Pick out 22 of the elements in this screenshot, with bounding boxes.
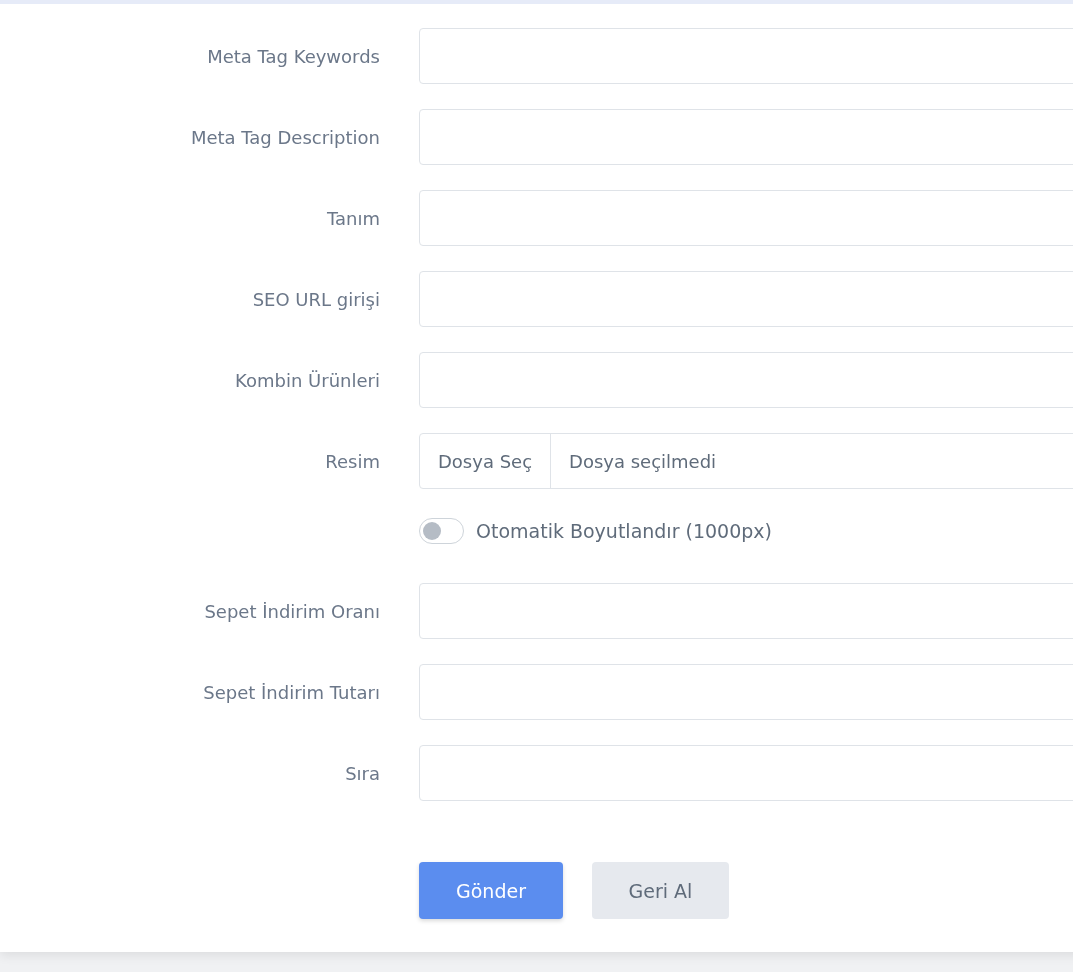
input-field[interactable]: [419, 352, 1073, 408]
reset-button[interactable]: Geri Al: [592, 862, 729, 919]
toggle-label: Otomatik Boyutlandır (1000px): [476, 520, 772, 542]
input-field[interactable]: [419, 109, 1073, 165]
field-label: Tanım: [326, 207, 380, 229]
input-field[interactable]: [419, 190, 1073, 246]
field-label: Meta Tag Description: [189, 126, 380, 148]
field-label: Kombin Ürünleri: [234, 369, 380, 391]
field-label: Sepet İndirim Oranı: [203, 600, 380, 622]
input-field[interactable]: [419, 745, 1073, 801]
submit-button[interactable]: Gönder: [419, 862, 563, 919]
file-input[interactable]: Dosya Seç Dosya seçilmedi: [419, 433, 1073, 489]
toggle-switch[interactable]: [419, 518, 464, 544]
field-label: Sıra: [344, 762, 380, 784]
field-label: Sepet İndirim Tutarı: [202, 681, 380, 703]
input-field[interactable]: [419, 583, 1073, 639]
field-label: Resim: [324, 450, 380, 472]
input-field[interactable]: [419, 271, 1073, 327]
field-label: SEO URL girişi: [251, 288, 380, 310]
field-label: Meta Tag Keywords: [206, 45, 380, 67]
input-field[interactable]: [419, 664, 1073, 720]
input-field[interactable]: [419, 28, 1073, 84]
